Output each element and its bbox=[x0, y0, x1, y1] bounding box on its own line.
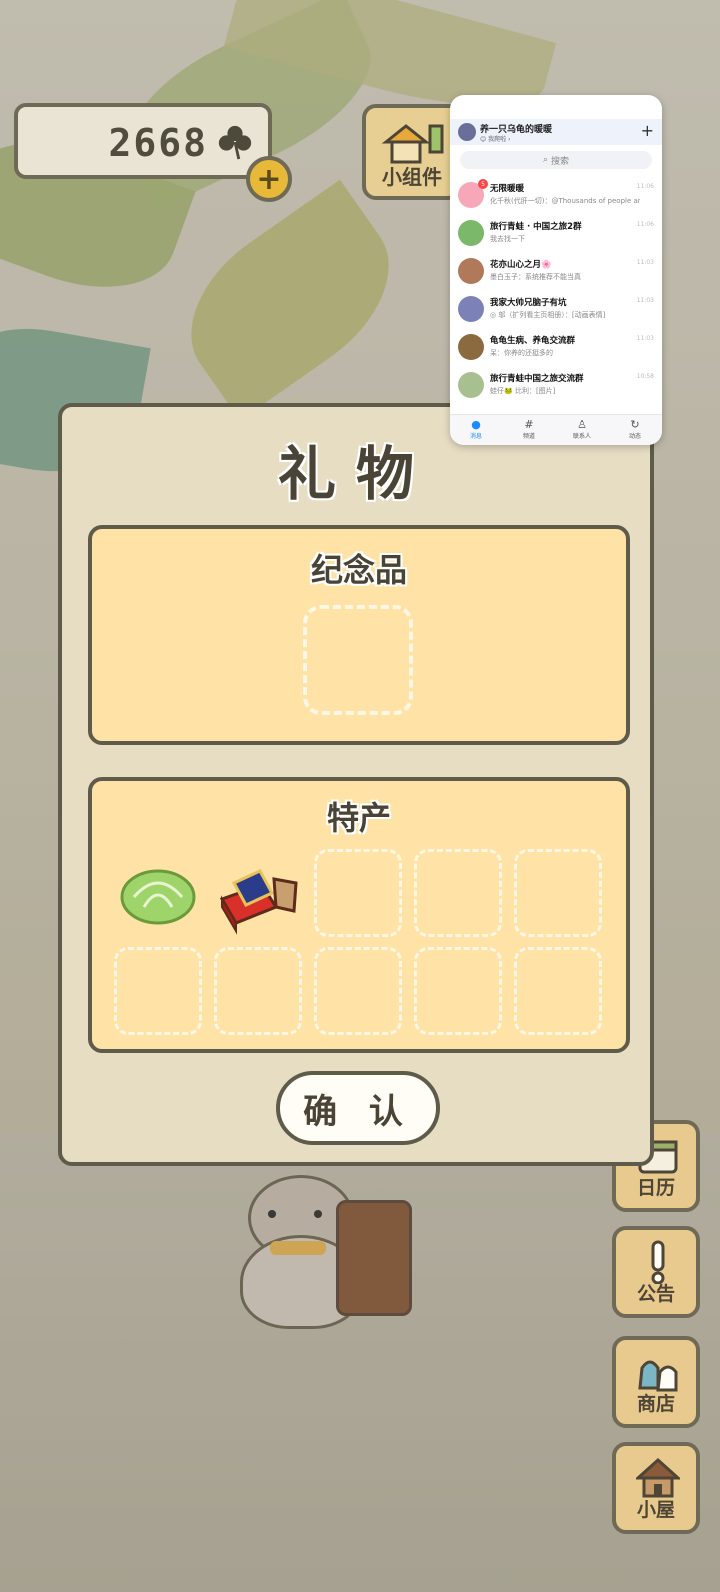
notice-label: 公告 bbox=[636, 1283, 675, 1305]
conversation-preview: 我去找一下 bbox=[490, 235, 525, 243]
specialty-slot[interactable] bbox=[514, 947, 602, 1035]
conversation-item[interactable]: 旅行青蛙 · 中国之旅2群 我去找一下 11:06 bbox=[450, 215, 662, 253]
specialty-slot[interactable] bbox=[314, 849, 402, 937]
specialty-slot[interactable] bbox=[114, 947, 202, 1035]
confirm-button[interactable]: 确 认 bbox=[276, 1071, 440, 1145]
specialty-slot[interactable] bbox=[414, 849, 502, 937]
conversation-time: 11:06 bbox=[636, 221, 654, 228]
house-icon bbox=[636, 1457, 680, 1498]
conversation-item[interactable]: 旅行青蛙中国之旅交流群 蛙仔🐸 比利：[图片] 10:58 bbox=[450, 367, 662, 405]
group-avatar[interactable] bbox=[458, 123, 476, 141]
conversation-item[interactable]: 龟龟生病、养龟交流群 呆：你养的还挺多的 11:03 bbox=[450, 329, 662, 367]
notice-button[interactable]: 公告 bbox=[612, 1226, 700, 1318]
specialty-slot[interactable] bbox=[414, 947, 502, 1035]
refresh-icon: ↻ bbox=[630, 418, 640, 431]
clover-amount: 2668 bbox=[108, 121, 208, 165]
widget-button[interactable]: 小组件 bbox=[362, 104, 462, 200]
gift-dialog: 礼物 纪念品 特产 确 认 bbox=[58, 403, 654, 1166]
specialty-item-gift-box[interactable] bbox=[214, 849, 302, 937]
conversation-time: 11:03 bbox=[636, 297, 654, 304]
gift-box-icon bbox=[219, 869, 298, 935]
hash-icon: # bbox=[524, 418, 534, 431]
conversation-avatar bbox=[458, 334, 484, 360]
conversation-name: 旅行青蛙中国之旅交流群 bbox=[490, 374, 584, 384]
conversation-preview: ◎ 邬（扩列看主页相册）：[动画表情] bbox=[490, 311, 606, 319]
group-status: 😊 我爬啦 › bbox=[480, 136, 511, 143]
widget-label: 小组件 bbox=[382, 165, 442, 189]
tab-contacts[interactable]: ♙ 联系人 bbox=[562, 418, 602, 441]
conversation-name: 花亦山心之月🌸 bbox=[490, 260, 552, 270]
cabin-button[interactable]: 小屋 bbox=[612, 1442, 700, 1534]
conversation-preview: 化千秋(代肝一切)：@Thousands of people and ... bbox=[490, 197, 640, 205]
conversation-name: 无限暖暖 bbox=[490, 184, 525, 194]
search-placeholder: 搜索 bbox=[551, 156, 570, 167]
conversation-preview: 呆：你养的还挺多的 bbox=[490, 349, 553, 357]
calendar-label: 日历 bbox=[636, 1177, 675, 1199]
search-icon: ⌕ bbox=[542, 155, 549, 165]
tab-channels-label: 频道 bbox=[522, 433, 535, 440]
conversation-avatar bbox=[458, 296, 484, 322]
conversation-time: 11:03 bbox=[636, 259, 654, 266]
specialty-slot[interactable] bbox=[214, 947, 302, 1035]
conversation-preview: 墨白玉子：系统推荐不能当真 bbox=[490, 273, 581, 281]
chat-header: 养一只乌龟的暖暖 😊 我爬啦 › + bbox=[450, 119, 662, 145]
cabin-label: 小屋 bbox=[636, 1499, 675, 1521]
person-icon: ♙ bbox=[577, 418, 587, 431]
conversation-item[interactable]: 花亦山心之月🌸 墨白玉子：系统推荐不能当真 11:03 bbox=[450, 253, 662, 291]
conversation-name: 龟龟生病、养龟交流群 bbox=[490, 336, 576, 346]
widget-icon bbox=[382, 124, 444, 164]
chat-app-window[interactable]: 养一只乌龟的暖暖 😊 我爬啦 › + ⌕ 搜索 5 无限暖暖 化千秋(代肝一切)… bbox=[450, 95, 662, 445]
message-icon: ● bbox=[471, 418, 481, 431]
souvenir-title: 纪念品 bbox=[310, 551, 407, 589]
clover-icon bbox=[218, 125, 252, 160]
specialty-title: 特产 bbox=[326, 799, 391, 837]
search-input[interactable]: ⌕ 搜索 bbox=[460, 151, 652, 169]
souvenir-slot[interactable] bbox=[303, 605, 413, 715]
conversation-time: 11:03 bbox=[636, 335, 654, 342]
clover-counter: 2668 bbox=[14, 103, 272, 179]
conversation-time: 11:06 bbox=[636, 183, 654, 190]
conversation-item[interactable]: 5 无限暖暖 化千秋(代肝一切)：@Thousands of people an… bbox=[450, 177, 662, 215]
conversation-item[interactable]: 我家大帅兄脑子有坑 ◎ 邬（扩列看主页相册）：[动画表情] 11:03 bbox=[450, 291, 662, 329]
add-clover-button[interactable]: + bbox=[246, 156, 292, 202]
specialty-slot[interactable] bbox=[514, 849, 602, 937]
tab-messages-label: 消息 bbox=[469, 433, 482, 440]
shop-label: 商店 bbox=[636, 1393, 675, 1415]
unread-badge: 5 bbox=[478, 179, 488, 189]
tab-feed[interactable]: ↻ 动态 bbox=[615, 418, 655, 441]
conversation-name: 我家大帅兄脑子有坑 bbox=[490, 298, 567, 308]
cabbage-icon bbox=[120, 869, 196, 925]
specialty-slot[interactable] bbox=[314, 947, 402, 1035]
tab-feed-label: 动态 bbox=[628, 433, 641, 440]
conversation-preview: 蛙仔🐸 比利：[图片] bbox=[490, 387, 556, 395]
plus-icon: + bbox=[256, 161, 282, 197]
tab-channels[interactable]: # 频道 bbox=[509, 418, 549, 441]
shop-button[interactable]: 商店 bbox=[612, 1336, 700, 1428]
conversation-avatar bbox=[458, 220, 484, 246]
add-plus-icon[interactable]: + bbox=[641, 121, 654, 140]
specialty-item-cabbage[interactable] bbox=[114, 849, 202, 937]
exclamation-icon bbox=[651, 1240, 665, 1284]
specialty-panel: 特产 bbox=[88, 777, 630, 1053]
conversation-time: 10:58 bbox=[636, 373, 654, 380]
conversation-avatar bbox=[458, 372, 484, 398]
bag-icon bbox=[638, 1360, 678, 1392]
tab-contacts-label: 联系人 bbox=[572, 433, 591, 440]
chat-tab-bar: ● 消息 # 频道 ♙ 联系人 ↻ 动态 bbox=[450, 414, 662, 445]
tab-messages[interactable]: ● 消息 bbox=[456, 418, 496, 441]
conversation-avatar bbox=[458, 258, 484, 284]
souvenir-panel: 纪念品 bbox=[88, 525, 630, 745]
conversation-name: 旅行青蛙 · 中国之旅2群 bbox=[490, 222, 582, 232]
